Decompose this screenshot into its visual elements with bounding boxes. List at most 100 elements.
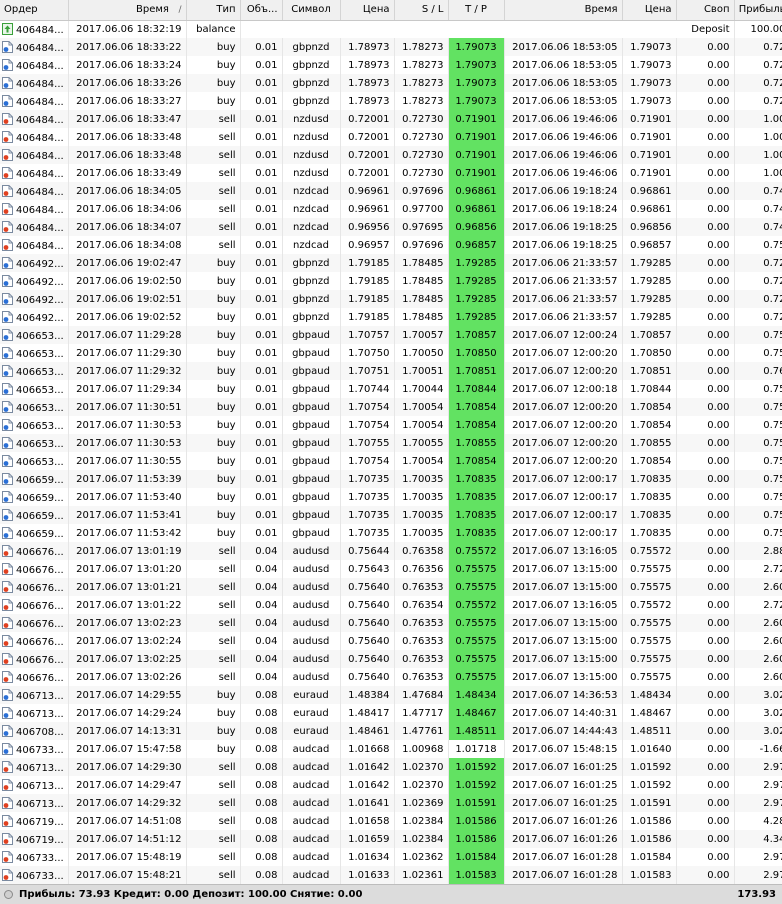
sl-cell: 0.76354 [394,596,449,614]
table-row[interactable]: 406653... 2017.06.07 11:29:30 buy 0.01 gbpau… [0,344,782,362]
table-row[interactable]: 406676... 2017.06.07 13:01:20 sell 0.04 audu… [0,560,782,578]
balance-row[interactable]: 406484... 2017.06.06 18:32:19 balance De… [0,20,782,38]
order-number: 406492... [16,294,64,306]
table-row[interactable]: 406733... 2017.06.07 15:48:21 sell 0.08 audc… [0,866,782,884]
table-row[interactable]: 406676... 2017.06.07 13:02:23 sell 0.04 audu… [0,614,782,632]
buy-order-icon [2,688,13,701]
table-row[interactable]: 406484... 2017.06.06 18:34:06 sell 0.01 nzdc… [0,200,782,218]
table-row[interactable]: 406653... 2017.06.07 11:30:51 buy 0.01 gbpau… [0,398,782,416]
close-price-cell: 1.01583 [622,866,677,884]
table-row[interactable]: 406708... 2017.06.07 14:13:31 buy 0.08 eurau… [0,722,782,740]
table-row[interactable]: 406492... 2017.06.06 19:02:47 buy 0.01 gbpnz… [0,254,782,272]
table-row[interactable]: 406484... 2017.06.06 18:34:08 sell 0.01 nzdc… [0,236,782,254]
table-row[interactable]: 406492... 2017.06.06 19:02:51 buy 0.01 gbpnz… [0,290,782,308]
sl-cell: 0.76356 [394,560,449,578]
col-header-price[interactable]: Цена [340,0,395,21]
type-cell: buy [186,56,241,74]
time-cell: 2017.06.07 11:53:41 [68,506,187,524]
close-time-cell: 2017.06.07 12:00:20 [504,362,623,380]
table-row[interactable]: 406713... 2017.06.07 14:29:30 sell 0.08 audc… [0,758,782,776]
table-row[interactable]: 406676... 2017.06.07 13:02:26 sell 0.04 audu… [0,668,782,686]
profit-cell: 2.97 [734,776,782,794]
order-number: 406484... [16,168,64,180]
table-row[interactable]: 406659... 2017.06.07 11:53:40 buy 0.01 gbpau… [0,488,782,506]
table-row[interactable]: 406484... 2017.06.06 18:33:48 sell 0.01 nzdu… [0,128,782,146]
type-cell: sell [186,668,241,686]
table-row[interactable]: 406484... 2017.06.06 18:33:48 sell 0.01 nzdu… [0,146,782,164]
table-row[interactable]: 406492... 2017.06.06 19:02:50 buy 0.01 gbpnz… [0,272,782,290]
close-price-cell: 1.79073 [622,56,677,74]
table-row[interactable]: 406484... 2017.06.06 18:33:22 buy 0.01 gbpnz… [0,38,782,56]
swap-cell: 0.00 [676,542,735,560]
col-header-time-label: Время [135,4,169,16]
sell-order-icon [2,796,13,809]
order-number: 406492... [16,312,64,324]
table-row[interactable]: 406484... 2017.06.06 18:33:26 buy 0.01 gbpnz… [0,74,782,92]
order-cell: 406484... [0,182,69,200]
table-row[interactable]: 406653... 2017.06.07 11:29:32 buy 0.01 gbpau… [0,362,782,380]
table-row[interactable]: 406484... 2017.06.06 18:33:27 buy 0.01 gbpnz… [0,92,782,110]
close-price-cell: 0.96861 [622,200,677,218]
col-header-close-price[interactable]: Цена [622,0,677,21]
table-row[interactable]: 406676... 2017.06.07 13:01:21 sell 0.04 audu… [0,578,782,596]
order-cell: 406676... [0,560,69,578]
table-row[interactable]: 406484... 2017.06.06 18:34:07 sell 0.01 nzdc… [0,218,782,236]
col-header-swap[interactable]: Своп [676,0,735,21]
close-price-cell: 1.01586 [622,812,677,830]
close-time-cell: 2017.06.07 16:01:26 [504,812,623,830]
table-header: Ордер Время / Тип Объ... Символ Цена S /… [0,0,782,21]
volume-cell: 0.04 [240,668,283,686]
swap-cell: 0.00 [676,776,735,794]
tp-cell: 1.01586 [448,830,505,848]
table-row[interactable]: 406713... 2017.06.07 14:29:47 sell 0.08 audc… [0,776,782,794]
buy-order-icon [2,418,13,431]
tp-cell: 1.79285 [448,254,505,272]
sl-cell: 0.76353 [394,668,449,686]
table-row[interactable]: 406484... 2017.06.06 18:34:05 sell 0.01 nzdc… [0,182,782,200]
table-row[interactable]: 406484... 2017.06.06 18:33:47 sell 0.01 nzdu… [0,110,782,128]
table-row[interactable]: 406484... 2017.06.06 18:33:49 sell 0.01 nzdu… [0,164,782,182]
symbol-cell: audusd [282,596,341,614]
col-header-profit[interactable]: Прибыль [734,0,782,21]
sl-cell: 1.47717 [394,704,449,722]
table-row[interactable]: 406659... 2017.06.07 11:53:41 buy 0.01 gbpau… [0,506,782,524]
table-row[interactable]: 406719... 2017.06.07 14:51:08 sell 0.08 audc… [0,812,782,830]
table-row[interactable]: 406676... 2017.06.07 13:02:25 sell 0.04 audu… [0,650,782,668]
table-row[interactable]: 406653... 2017.06.07 11:30:53 buy 0.01 gbpau… [0,416,782,434]
col-header-volume[interactable]: Объ... [240,0,283,21]
order-cell: 406484... [0,218,69,236]
table-row[interactable]: 406653... 2017.06.07 11:29:28 buy 0.01 gbpau… [0,326,782,344]
close-time-cell: 2017.06.06 19:18:25 [504,218,623,236]
table-row[interactable]: 406713... 2017.06.07 14:29:32 sell 0.08 audc… [0,794,782,812]
table-row[interactable]: 406653... 2017.06.07 11:29:34 buy 0.01 gbpau… [0,380,782,398]
table-row[interactable]: 406713... 2017.06.07 14:29:24 buy 0.08 eurau… [0,704,782,722]
table-row[interactable]: 406676... 2017.06.07 13:01:22 sell 0.04 audu… [0,596,782,614]
close-time-cell: 2017.06.06 18:53:05 [504,38,623,56]
table-row[interactable]: 406676... 2017.06.07 13:02:24 sell 0.04 audu… [0,632,782,650]
col-header-time[interactable]: Время / [68,0,187,21]
table-row[interactable]: 406653... 2017.06.07 11:30:53 buy 0.01 gbpau… [0,434,782,452]
time-cell: 2017.06.07 11:53:40 [68,488,187,506]
profit-cell: 2.97 [734,848,782,866]
table-row[interactable]: 406733... 2017.06.07 15:48:19 sell 0.08 audc… [0,848,782,866]
price-cell: 1.70751 [340,362,395,380]
table-row[interactable]: 406719... 2017.06.07 14:51:12 sell 0.08 audc… [0,830,782,848]
time-cell: 2017.06.07 11:29:30 [68,344,187,362]
table-row[interactable]: 406676... 2017.06.07 13:01:19 sell 0.04 audu… [0,542,782,560]
order-number: 406653... [16,348,64,360]
table-row[interactable]: 406733... 2017.06.07 15:47:58 buy 0.08 audca… [0,740,782,758]
col-header-tp[interactable]: T / P [448,0,505,21]
col-header-type[interactable]: Тип [186,0,241,21]
col-header-close-time[interactable]: Время [504,0,623,21]
col-header-symbol[interactable]: Символ [282,0,341,21]
table-row[interactable]: 406659... 2017.06.07 11:53:39 buy 0.01 gbpau… [0,470,782,488]
table-row[interactable]: 406713... 2017.06.07 14:29:55 buy 0.08 eurau… [0,686,782,704]
table-row[interactable]: 406659... 2017.06.07 11:53:42 buy 0.01 gbpau… [0,524,782,542]
table-row[interactable]: 406492... 2017.06.06 19:02:52 buy 0.01 gbpnz… [0,308,782,326]
table-row[interactable]: 406653... 2017.06.07 11:30:55 buy 0.01 gbpau… [0,452,782,470]
tp-cell: 1.48511 [448,722,505,740]
col-header-sl[interactable]: S / L [394,0,449,21]
col-header-order[interactable]: Ордер [0,0,69,21]
table-row[interactable]: 406484... 2017.06.06 18:33:24 buy 0.01 gbpnz… [0,56,782,74]
close-price-cell: 1.70854 [622,398,677,416]
